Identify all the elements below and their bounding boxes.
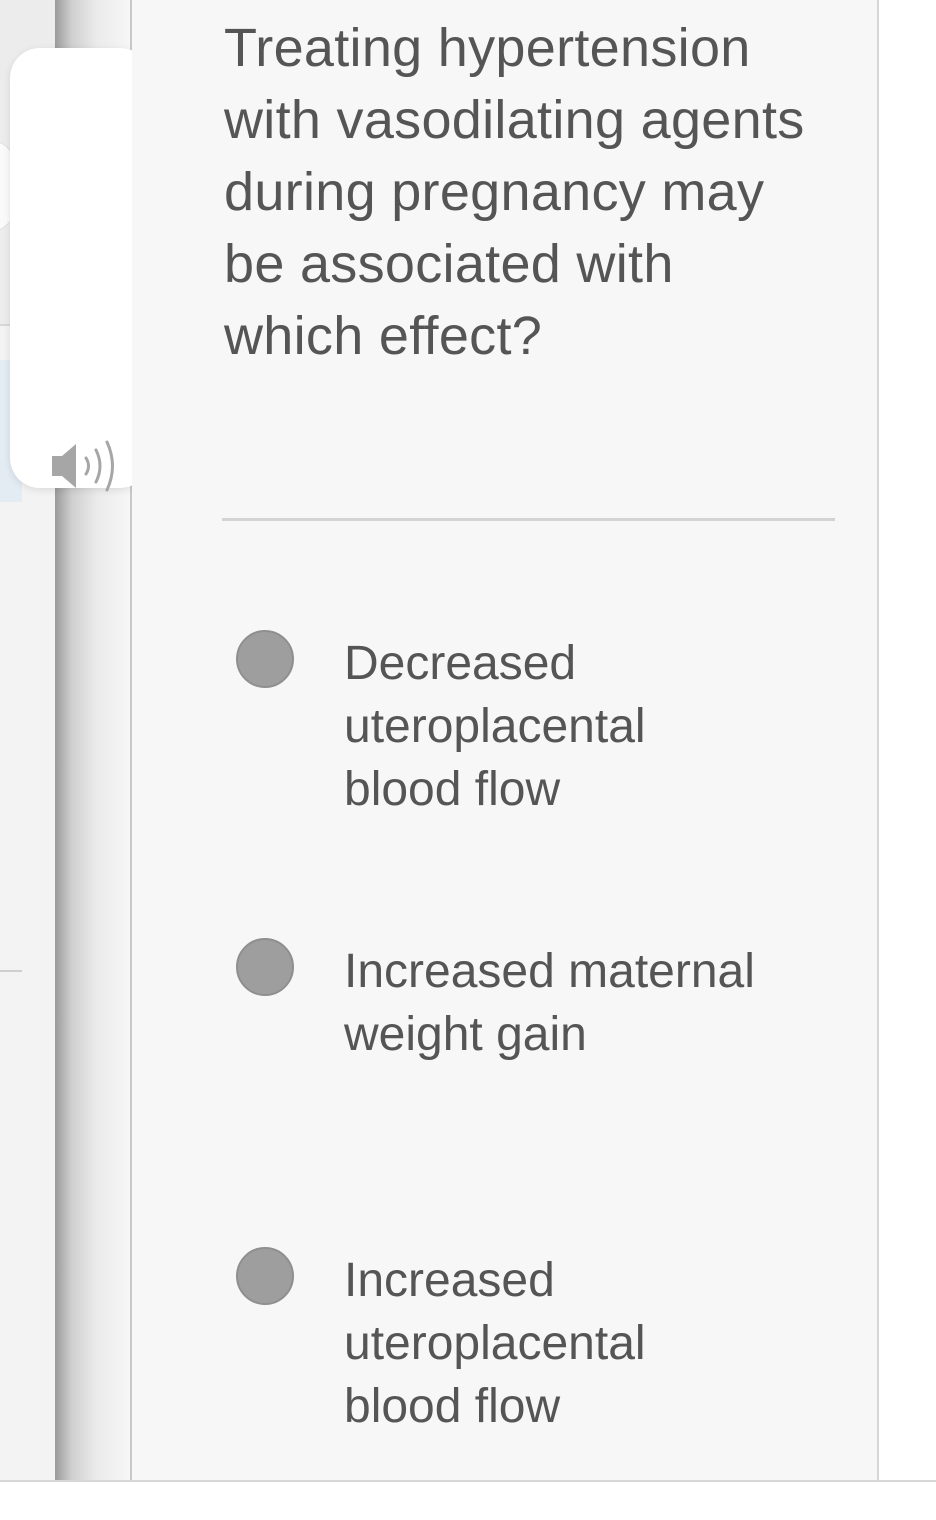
question-panel: Treating hypertension with vasodilating …	[132, 0, 879, 1480]
question-divider	[222, 518, 835, 521]
footer-bar	[0, 1480, 936, 1520]
radio-button[interactable]	[236, 1247, 294, 1305]
answer-option-label: Increased maternal weight gain	[344, 945, 755, 1061]
background-line	[0, 970, 22, 972]
page: Treating hypertension with vasodilating …	[0, 0, 936, 1520]
speaker-icon	[52, 440, 114, 492]
answer-option-label: Increased uteroplacental blood flow	[344, 1254, 646, 1433]
question-text: Treating hypertension with vasodilating …	[224, 18, 805, 366]
radio-button[interactable]	[236, 938, 294, 996]
audio-button[interactable]	[10, 48, 150, 492]
answer-option-label: Decreased uteroplacental blood flow	[344, 637, 646, 816]
radio-button[interactable]	[236, 630, 294, 688]
